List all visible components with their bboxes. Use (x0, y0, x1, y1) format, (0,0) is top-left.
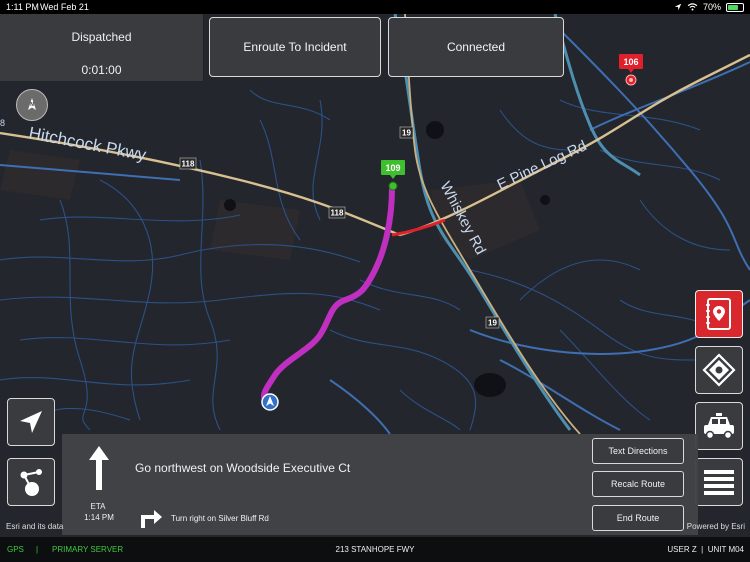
recalc-route-button[interactable]: Recalc Route (592, 471, 684, 497)
turn-right-arrow-icon (141, 510, 162, 528)
share-nodes-icon (20, 469, 42, 496)
directions-panel: ETA 1:14 PM Go northwest on Woodside Exe… (62, 434, 698, 535)
wifi-icon (687, 3, 698, 11)
battery-fill (728, 4, 738, 10)
straight-arrow-icon (89, 446, 109, 490)
status-time: 1:11 PM (6, 2, 39, 12)
police-car-icon (704, 413, 734, 440)
route-shield-118-b: 118 (328, 206, 346, 219)
svg-text:19: 19 (402, 129, 411, 138)
location-arrow-icon (674, 3, 682, 11)
end-route-button[interactable]: End Route (592, 505, 684, 531)
compass-button[interactable]: N (16, 89, 48, 121)
incident-notes-button[interactable] (695, 290, 743, 338)
notebook-pin-icon (706, 298, 731, 330)
hamburger-menu-icon (704, 470, 734, 495)
text-directions-button[interactable]: Text Directions (592, 438, 684, 464)
current-instruction: Go northwest on Woodside Executive Ct (135, 461, 351, 475)
compass-icon: N (28, 98, 36, 110)
eta-time: 1:14 PM (84, 513, 114, 522)
status-indicators: 70% (674, 0, 744, 14)
navigation-arrow-icon (20, 411, 42, 433)
current-location-icon (261, 393, 279, 411)
connected-button[interactable]: Connected (388, 17, 564, 77)
svg-text:19: 19 (488, 319, 497, 328)
route-shield-19-b: 19 (485, 316, 500, 329)
navigate-button[interactable] (7, 398, 55, 446)
map-edge-label: 8 (0, 118, 5, 128)
map-attribution: Esri and its data (6, 522, 64, 531)
svg-text:118: 118 (182, 160, 195, 169)
incident-status-panel: Dispatched 0:01:00 (0, 14, 204, 81)
incident-status-label: Dispatched (71, 30, 132, 44)
eta-label: ETA (90, 502, 106, 511)
svg-text:118: 118 (331, 209, 344, 218)
svg-text:106: 106 (623, 57, 638, 67)
hazard-button[interactable] (695, 346, 743, 394)
status-date: Wed Feb 21 (40, 2, 89, 12)
battery-icon (726, 2, 744, 12)
user-unit: USER Z | UNIT M04 (667, 545, 744, 554)
share-button[interactable] (7, 458, 55, 506)
vehicle-button[interactable] (695, 402, 743, 450)
next-instruction: Turn right on Silver Bluff Rd (171, 514, 269, 523)
menu-button[interactable] (695, 458, 743, 506)
hazard-diamond-icon (702, 353, 736, 387)
route-shield-118-a: 118 (179, 157, 197, 170)
route-shield-19-a: 19 (399, 126, 414, 139)
current-address: 213 STANHOPE FWY (335, 545, 415, 554)
svg-text:N: N (30, 102, 34, 108)
powered-by-esri: Powered by Esri (686, 522, 745, 531)
svg-text:109: 109 (385, 163, 400, 173)
ios-status-bar: 1:11 PM Wed Feb 21 70% (0, 0, 750, 14)
bottom-status-bar: GPS | PRIMARY SERVER 213 STANHOPE FWY US… (0, 537, 750, 562)
battery-percent: 70% (702, 2, 721, 12)
enroute-button[interactable]: Enroute To Incident (209, 17, 381, 77)
incident-timer: 0:01:00 (81, 63, 122, 77)
